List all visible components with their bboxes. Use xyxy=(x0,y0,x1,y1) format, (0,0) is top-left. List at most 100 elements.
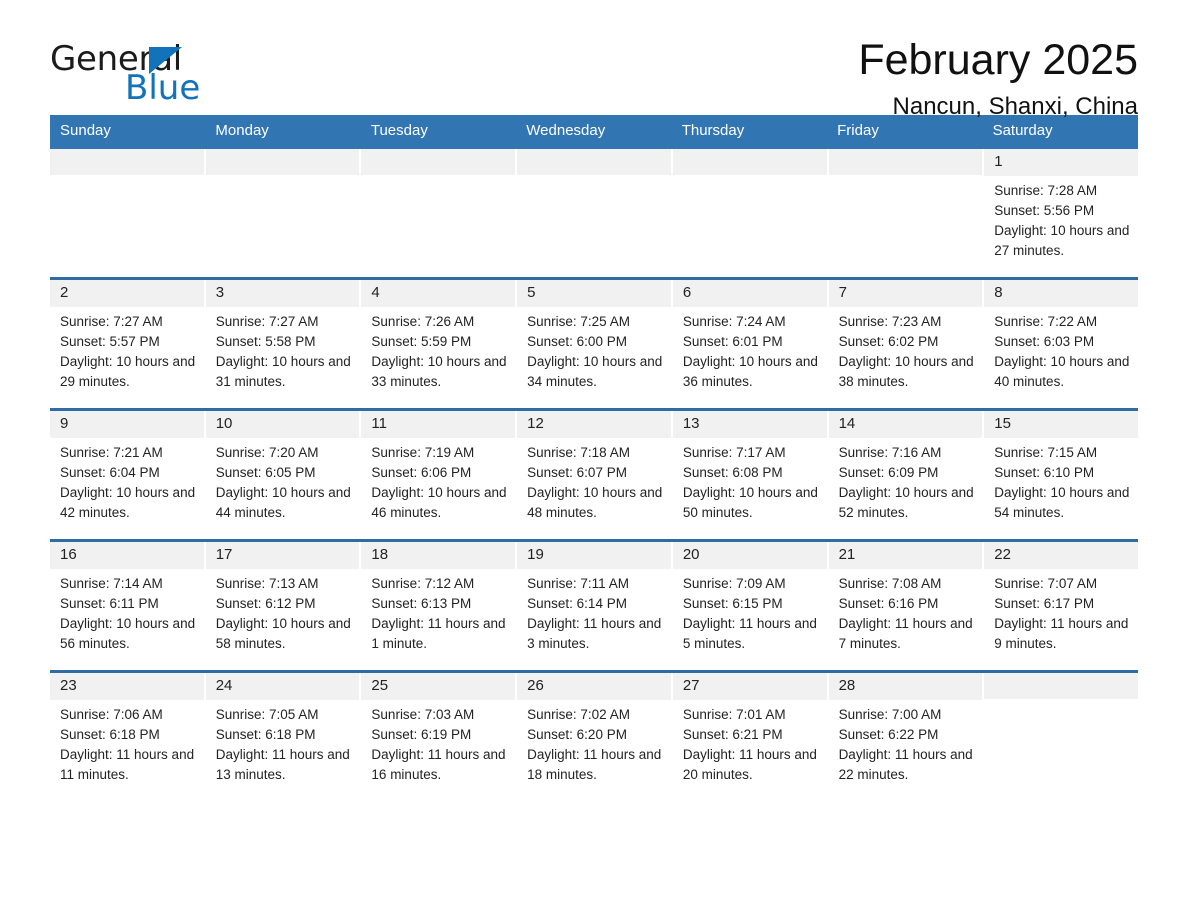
day-cell[interactable]: 13 Sunrise: 7:17 AM Sunset: 6:08 PM Dayl… xyxy=(672,410,827,539)
daylight-text: Daylight: 10 hours and 36 minutes. xyxy=(682,354,818,389)
day-cell[interactable]: 21 Sunrise: 7:08 AM Sunset: 6:16 PM Dayl… xyxy=(828,541,983,670)
day-info: Sunrise: 7:07 AM Sunset: 6:17 PM Dayligh… xyxy=(984,569,1138,654)
day-cell[interactable]: 26 Sunrise: 7:02 AM Sunset: 6:20 PM Dayl… xyxy=(517,672,671,791)
day-number: 23 xyxy=(50,672,204,700)
day-info: Sunrise: 7:16 AM Sunset: 6:09 PM Dayligh… xyxy=(829,438,983,523)
daylight-text: Daylight: 11 hours and 18 minutes. xyxy=(527,747,662,782)
day-cell[interactable]: 18 Sunrise: 7:12 AM Sunset: 6:13 PM Dayl… xyxy=(361,541,516,670)
day-cell[interactable]: 25 Sunrise: 7:03 AM Sunset: 6:19 PM Dayl… xyxy=(361,672,516,791)
day-cell[interactable]: 6 Sunrise: 7:24 AM Sunset: 6:01 PM Dayli… xyxy=(672,279,827,408)
sunrise-text: Sunrise: 7:19 AM xyxy=(371,445,475,460)
day-info: Sunrise: 7:22 AM Sunset: 6:03 PM Dayligh… xyxy=(984,307,1138,392)
day-number: 19 xyxy=(517,541,671,569)
day-info: Sunrise: 7:14 AM Sunset: 6:11 PM Dayligh… xyxy=(50,569,204,654)
sunset-text: Sunset: 6:18 PM xyxy=(60,727,160,742)
day-cell[interactable]: 5 Sunrise: 7:25 AM Sunset: 6:00 PM Dayli… xyxy=(517,279,671,408)
day-info: Sunrise: 7:08 AM Sunset: 6:16 PM Dayligh… xyxy=(829,569,983,654)
day-cell[interactable]: 2 Sunrise: 7:27 AM Sunset: 5:57 PM Dayli… xyxy=(50,279,204,408)
sunset-text: Sunset: 6:00 PM xyxy=(527,334,627,349)
sunset-text: Sunset: 6:06 PM xyxy=(371,465,472,480)
day-cell[interactable]: 19 Sunrise: 7:11 AM Sunset: 6:14 PM Dayl… xyxy=(517,541,671,670)
daylight-text: Daylight: 10 hours and 44 minutes. xyxy=(215,485,351,520)
daylight-text: Daylight: 10 hours and 54 minutes. xyxy=(994,485,1130,520)
day-cell[interactable]: 12 Sunrise: 7:18 AM Sunset: 6:07 PM Dayl… xyxy=(517,410,671,539)
day-cell[interactable]: 17 Sunrise: 7:13 AM Sunset: 6:12 PM Dayl… xyxy=(205,541,360,670)
day-cell xyxy=(984,672,1138,791)
sunrise-text: Sunrise: 7:11 AM xyxy=(527,576,629,591)
day-info: Sunrise: 7:24 AM Sunset: 6:01 PM Dayligh… xyxy=(673,307,827,392)
day-info: Sunrise: 7:05 AM Sunset: 6:18 PM Dayligh… xyxy=(206,700,360,785)
day-cell[interactable]: 23 Sunrise: 7:06 AM Sunset: 6:18 PM Dayl… xyxy=(50,672,204,791)
sunrise-text: Sunrise: 7:03 AM xyxy=(371,707,475,722)
day-cell[interactable]: 22 Sunrise: 7:07 AM Sunset: 6:17 PM Dayl… xyxy=(984,541,1138,670)
day-number: 18 xyxy=(361,541,516,569)
sunrise-text: Sunrise: 7:23 AM xyxy=(838,314,942,329)
daylight-text: Daylight: 11 hours and 1 minute. xyxy=(371,616,506,651)
day-cell[interactable]: 27 Sunrise: 7:01 AM Sunset: 6:21 PM Dayl… xyxy=(672,672,827,791)
day-number: 25 xyxy=(361,672,516,700)
day-info: Sunrise: 7:20 AM Sunset: 6:05 PM Dayligh… xyxy=(206,438,360,523)
day-info: Sunrise: 7:28 AM Sunset: 5:56 PM Dayligh… xyxy=(984,176,1138,261)
weekday-header-wednesday: Wednesday xyxy=(526,122,606,139)
day-info: Sunrise: 7:15 AM Sunset: 6:10 PM Dayligh… xyxy=(984,438,1138,523)
page-title: February 2025 xyxy=(858,36,1138,84)
daylight-text: Daylight: 11 hours and 16 minutes. xyxy=(371,747,506,782)
day-cell[interactable]: 1 Sunrise: 7:28 AM Sunset: 5:56 PM Dayli… xyxy=(984,148,1138,277)
week-row: 16 Sunrise: 7:14 AM Sunset: 6:11 PM Dayl… xyxy=(50,538,1138,670)
sunrise-text: Sunrise: 7:17 AM xyxy=(682,445,786,460)
sunrise-text: Sunrise: 7:14 AM xyxy=(60,576,163,591)
calendar-page: General Blue February 2025 Nancun, Shanx… xyxy=(0,0,1188,918)
week-row: 1 Sunrise: 7:28 AM Sunset: 5:56 PM Dayli… xyxy=(50,148,1138,277)
daylight-text: Daylight: 10 hours and 52 minutes. xyxy=(838,485,974,520)
sunrise-text: Sunrise: 7:05 AM xyxy=(215,707,319,722)
day-cell[interactable]: 10 Sunrise: 7:20 AM Sunset: 6:05 PM Dayl… xyxy=(205,410,360,539)
sunrise-text: Sunrise: 7:07 AM xyxy=(994,576,1098,591)
day-cell[interactable]: 20 Sunrise: 7:09 AM Sunset: 6:15 PM Dayl… xyxy=(672,541,827,670)
day-number: 8 xyxy=(984,279,1138,307)
day-cell[interactable]: 15 Sunrise: 7:15 AM Sunset: 6:10 PM Dayl… xyxy=(984,410,1138,539)
sunrise-text: Sunrise: 7:20 AM xyxy=(215,445,319,460)
day-cell xyxy=(361,148,516,277)
sunrise-text: Sunrise: 7:18 AM xyxy=(527,445,630,460)
daylight-text: Daylight: 11 hours and 11 minutes. xyxy=(60,747,195,782)
sunset-text: Sunset: 6:08 PM xyxy=(682,465,783,480)
day-cell[interactable]: 24 Sunrise: 7:05 AM Sunset: 6:18 PM Dayl… xyxy=(205,672,360,791)
day-cell xyxy=(828,148,983,277)
sunset-text: Sunset: 6:12 PM xyxy=(215,596,316,611)
sunset-text: Sunset: 6:09 PM xyxy=(838,465,939,480)
sunrise-text: Sunrise: 7:27 AM xyxy=(215,314,319,329)
day-cell[interactable]: 4 Sunrise: 7:26 AM Sunset: 5:59 PM Dayli… xyxy=(361,279,516,408)
sunset-text: Sunset: 6:20 PM xyxy=(527,727,627,742)
day-info: Sunrise: 7:00 AM Sunset: 6:22 PM Dayligh… xyxy=(829,700,983,785)
day-cell[interactable]: 3 Sunrise: 7:27 AM Sunset: 5:58 PM Dayli… xyxy=(205,279,360,408)
sunset-text: Sunset: 6:22 PM xyxy=(838,727,939,742)
weekday-header-thursday: Thursday xyxy=(681,122,745,139)
sunrise-text: Sunrise: 7:22 AM xyxy=(994,314,1098,329)
day-info: Sunrise: 7:19 AM Sunset: 6:06 PM Dayligh… xyxy=(361,438,515,523)
day-number: 2 xyxy=(50,279,204,307)
daylight-text: Daylight: 10 hours and 48 minutes. xyxy=(527,485,663,520)
day-cell[interactable]: 28 Sunrise: 7:00 AM Sunset: 6:22 PM Dayl… xyxy=(828,672,983,791)
day-cell[interactable]: 8 Sunrise: 7:22 AM Sunset: 6:03 PM Dayli… xyxy=(984,279,1138,408)
day-number: 17 xyxy=(205,541,360,569)
sunrise-text: Sunrise: 7:24 AM xyxy=(682,314,786,329)
sunset-text: Sunset: 6:02 PM xyxy=(838,334,939,349)
sunrise-text: Sunrise: 7:25 AM xyxy=(527,314,630,329)
day-info: Sunrise: 7:01 AM Sunset: 6:21 PM Dayligh… xyxy=(673,700,827,785)
sunrise-text: Sunrise: 7:27 AM xyxy=(60,314,163,329)
day-cell[interactable]: 11 Sunrise: 7:19 AM Sunset: 6:06 PM Dayl… xyxy=(361,410,516,539)
sunset-text: Sunset: 6:16 PM xyxy=(838,596,939,611)
day-number: 10 xyxy=(205,410,360,438)
day-info: Sunrise: 7:12 AM Sunset: 6:13 PM Dayligh… xyxy=(361,569,515,654)
day-number xyxy=(828,148,983,175)
daylight-text: Daylight: 11 hours and 20 minutes. xyxy=(682,747,817,782)
sunset-text: Sunset: 6:03 PM xyxy=(994,334,1095,349)
day-cell[interactable]: 14 Sunrise: 7:16 AM Sunset: 6:09 PM Dayl… xyxy=(828,410,983,539)
daylight-text: Daylight: 10 hours and 38 minutes. xyxy=(838,354,974,389)
generalblue-logo[interactable]: General Blue xyxy=(50,42,230,105)
day-cell[interactable]: 9 Sunrise: 7:21 AM Sunset: 6:04 PM Dayli… xyxy=(50,410,204,539)
day-cell[interactable]: 7 Sunrise: 7:23 AM Sunset: 6:02 PM Dayli… xyxy=(828,279,983,408)
day-cell[interactable]: 16 Sunrise: 7:14 AM Sunset: 6:11 PM Dayl… xyxy=(50,541,204,670)
sunset-text: Sunset: 6:15 PM xyxy=(682,596,783,611)
sunrise-text: Sunrise: 7:01 AM xyxy=(682,707,786,722)
